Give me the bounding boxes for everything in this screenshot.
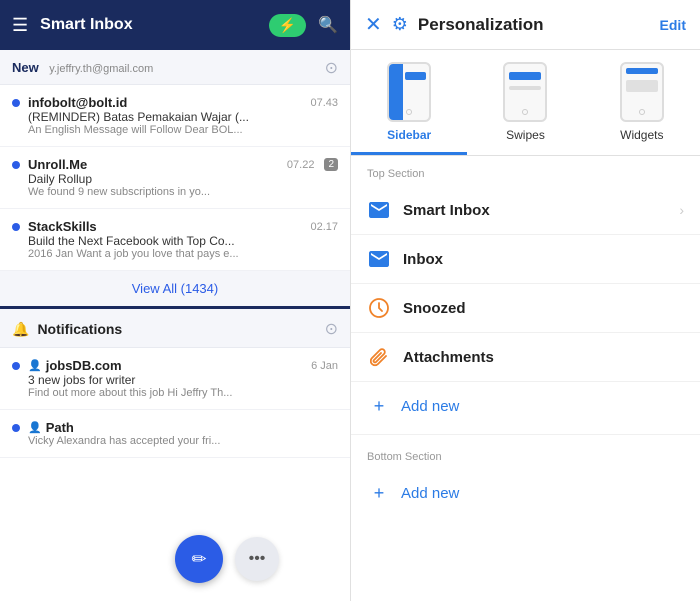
add-new-top-label: Add new bbox=[401, 398, 459, 415]
smart-inbox-icon bbox=[367, 198, 391, 222]
unread-dot bbox=[12, 223, 20, 231]
new-label: New bbox=[12, 60, 39, 75]
attachments-label: Attachments bbox=[403, 349, 684, 366]
mail-sender: Unroll.Me bbox=[28, 157, 87, 172]
notification-item[interactable]: 👤 Path Vicky Alexandra has accepted your… bbox=[0, 410, 350, 458]
personalization-tabs: Sidebar Swipes Widgets bbox=[351, 50, 700, 156]
notif-content: 👤 Path Vicky Alexandra has accepted your… bbox=[28, 420, 338, 447]
tab-swipes[interactable]: Swipes bbox=[467, 50, 583, 155]
ellipsis-icon: ••• bbox=[249, 550, 266, 568]
more-fab-button[interactable]: ••• bbox=[235, 537, 279, 581]
view-all-button[interactable]: View All (1434) bbox=[0, 271, 350, 309]
mail-preview: An English Message will Follow Dear BOL.… bbox=[28, 124, 338, 136]
unread-dot bbox=[12, 424, 20, 432]
menu-icon[interactable]: ☰ bbox=[12, 15, 28, 36]
mail-content: infobolt@bolt.id 07.43 (REMINDER) Batas … bbox=[28, 95, 338, 136]
snoozed-icon bbox=[367, 296, 391, 320]
mail-subject: (REMINDER) Batas Pemakaian Wajar (... bbox=[28, 110, 338, 124]
notif-preview: Vicky Alexandra has accepted your fri... bbox=[28, 435, 338, 447]
sidebar-tab-icon bbox=[387, 62, 431, 122]
mail-item[interactable]: Unroll.Me 07.22 2 Daily Rollup We found … bbox=[0, 147, 350, 209]
unread-dot bbox=[12, 99, 20, 107]
add-new-bottom[interactable]: + Add new bbox=[351, 469, 700, 517]
notif-preview: Find out more about this job Hi Jeffry T… bbox=[28, 387, 338, 399]
check-icon[interactable]: ⊙ bbox=[325, 58, 338, 78]
widgets-tab-icon bbox=[620, 62, 664, 122]
mail-preview: 2016 Jan Want a job you love that pays e… bbox=[28, 248, 338, 260]
new-section-info: New y.jeffry.th@gmail.com bbox=[12, 59, 153, 77]
personalize-icon: ⚙ bbox=[392, 14, 408, 35]
menu-item-snoozed[interactable]: Snoozed bbox=[351, 284, 700, 333]
notif-sender: jobsDB.com bbox=[46, 358, 122, 373]
right-title: Personalization bbox=[418, 15, 650, 35]
inbox-label: Inbox bbox=[403, 251, 684, 268]
fab-area: ✏ ••• bbox=[175, 535, 279, 583]
notif-person-icon: 👤 bbox=[28, 421, 42, 434]
smart-inbox-label: Smart Inbox bbox=[403, 202, 667, 219]
notif-content: 👤 jobsDB.com 6 Jan 3 new jobs for writer… bbox=[28, 358, 338, 399]
close-icon[interactable]: ✕ bbox=[365, 12, 382, 37]
notifications-label: Notifications bbox=[37, 321, 122, 337]
snoozed-label: Snoozed bbox=[403, 300, 684, 317]
left-panel: ☰ Smart Inbox ⚡ 🔍 New y.jeffry.th@gmail.… bbox=[0, 0, 350, 601]
tab-widgets-label: Widgets bbox=[620, 128, 663, 142]
notifications-check-icon[interactable]: ⊙ bbox=[325, 319, 338, 339]
bolt-icon: ⚡ bbox=[279, 17, 296, 34]
inbox-icon bbox=[367, 247, 391, 271]
mail-content: StackSkills 02.17 Build the Next Faceboo… bbox=[28, 219, 338, 260]
attachments-icon bbox=[367, 345, 391, 369]
notif-time: 6 Jan bbox=[311, 360, 338, 372]
notification-item[interactable]: 👤 jobsDB.com 6 Jan 3 new jobs for writer… bbox=[0, 348, 350, 410]
edit-button[interactable]: Edit bbox=[660, 17, 686, 33]
divider bbox=[351, 434, 700, 435]
new-section-header: New y.jeffry.th@gmail.com ⊙ bbox=[0, 50, 350, 85]
unread-dot bbox=[12, 362, 20, 370]
menu-item-attachments[interactable]: Attachments bbox=[351, 333, 700, 382]
top-bar: ☰ Smart Inbox ⚡ 🔍 bbox=[0, 0, 350, 50]
new-email: y.jeffry.th@gmail.com bbox=[49, 63, 153, 75]
notif-subject: 3 new jobs for writer bbox=[28, 373, 338, 387]
mail-preview: We found 9 new subscriptions in yo... bbox=[28, 186, 338, 198]
view-all-label: View All (1434) bbox=[132, 281, 218, 296]
mail-subject: Daily Rollup bbox=[28, 172, 338, 186]
bolt-badge: ⚡ bbox=[269, 14, 306, 37]
right-panel: ✕ ⚙ Personalization Edit Sidebar Swipes bbox=[350, 0, 700, 601]
plus-icon: + bbox=[367, 394, 391, 418]
bell-icon: 🔔 bbox=[12, 321, 29, 338]
tab-sidebar-label: Sidebar bbox=[387, 128, 431, 142]
bottom-section-label: Bottom Section bbox=[351, 439, 700, 469]
mail-sender: StackSkills bbox=[28, 219, 97, 234]
right-header: ✕ ⚙ Personalization Edit bbox=[351, 0, 700, 50]
mail-time: 07.43 bbox=[310, 97, 338, 109]
notifications-section-header: 🔔 Notifications ⊙ bbox=[0, 309, 350, 348]
mail-time: 02.17 bbox=[310, 221, 338, 233]
notif-label-row: 🔔 Notifications bbox=[12, 321, 122, 338]
mail-sender: infobolt@bolt.id bbox=[28, 95, 127, 110]
tab-sidebar[interactable]: Sidebar bbox=[351, 50, 467, 155]
search-icon[interactable]: 🔍 bbox=[318, 15, 338, 35]
pencil-icon: ✏ bbox=[191, 549, 206, 570]
mail-item[interactable]: StackSkills 02.17 Build the Next Faceboo… bbox=[0, 209, 350, 271]
notif-sender: Path bbox=[46, 420, 74, 435]
mail-item[interactable]: infobolt@bolt.id 07.43 (REMINDER) Batas … bbox=[0, 85, 350, 147]
mail-list: infobolt@bolt.id 07.43 (REMINDER) Batas … bbox=[0, 85, 350, 601]
mail-subject: Build the Next Facebook with Top Co... bbox=[28, 234, 338, 248]
plus-icon-bottom: + bbox=[367, 481, 391, 505]
chevron-right-icon: › bbox=[679, 202, 684, 218]
app-title: Smart Inbox bbox=[40, 16, 257, 34]
menu-item-smart-inbox[interactable]: Smart Inbox › bbox=[351, 186, 700, 235]
notif-person-icon: 👤 bbox=[28, 359, 42, 372]
mail-content: Unroll.Me 07.22 2 Daily Rollup We found … bbox=[28, 157, 338, 198]
compose-fab-button[interactable]: ✏ bbox=[175, 535, 223, 583]
add-new-top[interactable]: + Add new bbox=[351, 382, 700, 430]
swipes-tab-icon bbox=[503, 62, 547, 122]
menu-item-inbox[interactable]: Inbox bbox=[351, 235, 700, 284]
unread-dot bbox=[12, 161, 20, 169]
add-new-bottom-label: Add new bbox=[401, 485, 459, 502]
tab-swipes-label: Swipes bbox=[506, 128, 545, 142]
tab-widgets[interactable]: Widgets bbox=[584, 50, 700, 155]
mail-badge: 2 bbox=[324, 158, 338, 171]
top-section-label: Top Section bbox=[351, 156, 700, 186]
mail-time: 07.22 bbox=[287, 159, 315, 171]
